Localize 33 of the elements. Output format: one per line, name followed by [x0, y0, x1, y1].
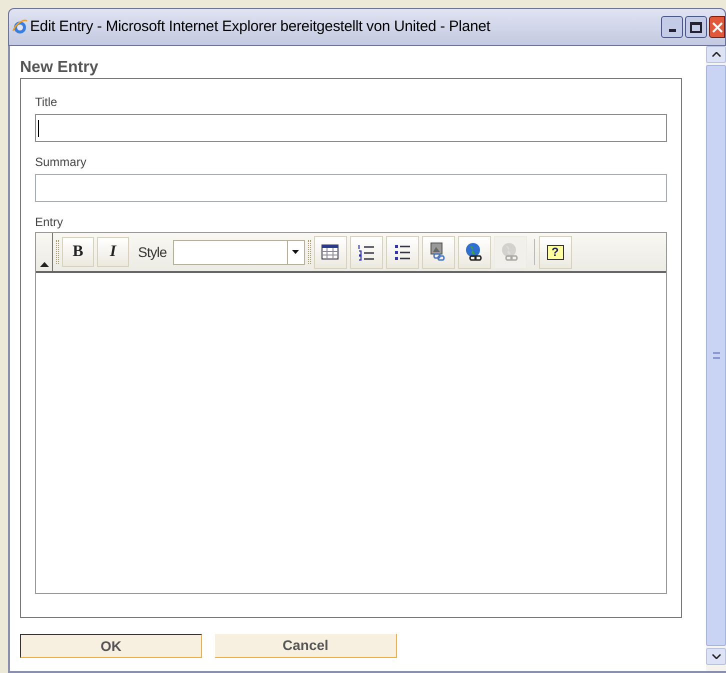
numbered-button[interactable] [350, 236, 383, 268]
bulleted-button[interactable] [386, 236, 419, 268]
image-button[interactable] [422, 236, 455, 268]
field-label: Summary [35, 154, 88, 170]
ok-button[interactable]: OK [20, 634, 202, 658]
globe-link-icon [500, 242, 520, 262]
toolbar-grip[interactable] [56, 240, 59, 264]
close-button[interactable] [709, 16, 725, 38]
scroll-up-button[interactable] [706, 46, 726, 63]
table-icon [320, 242, 340, 262]
bulleted-list-icon [392, 242, 412, 262]
window-title: Edit Entry - Microsoft Internet Explorer bereitgestellt von United - Planet [30, 16, 490, 37]
toolbar-grip[interactable] [308, 240, 311, 264]
form-heading: New Entry [20, 58, 100, 78]
close-icon [711, 21, 723, 33]
cancel-button[interactable]: Cancel [215, 634, 397, 658]
collapse-arrow-icon[interactable] [40, 262, 48, 267]
scroll-down-button[interactable] [706, 648, 726, 665]
field-label: Title [35, 94, 58, 110]
help-button[interactable]: ? [538, 236, 572, 268]
bold-button[interactable]: B [62, 237, 94, 267]
text-cursor [38, 120, 39, 136]
field-label: Entry [35, 214, 64, 230]
numbered-list-icon [356, 242, 376, 262]
italic-button[interactable]: I [97, 237, 129, 267]
dropdown-arrow-icon [292, 250, 300, 254]
browser-icon [12, 19, 28, 35]
table-button[interactable] [314, 236, 347, 268]
maximize-button[interactable] [685, 16, 707, 38]
style-label: Style [138, 242, 167, 262]
globe-link-icon [464, 242, 484, 262]
minimize-button[interactable] [661, 16, 683, 38]
link-button[interactable] [458, 236, 491, 268]
